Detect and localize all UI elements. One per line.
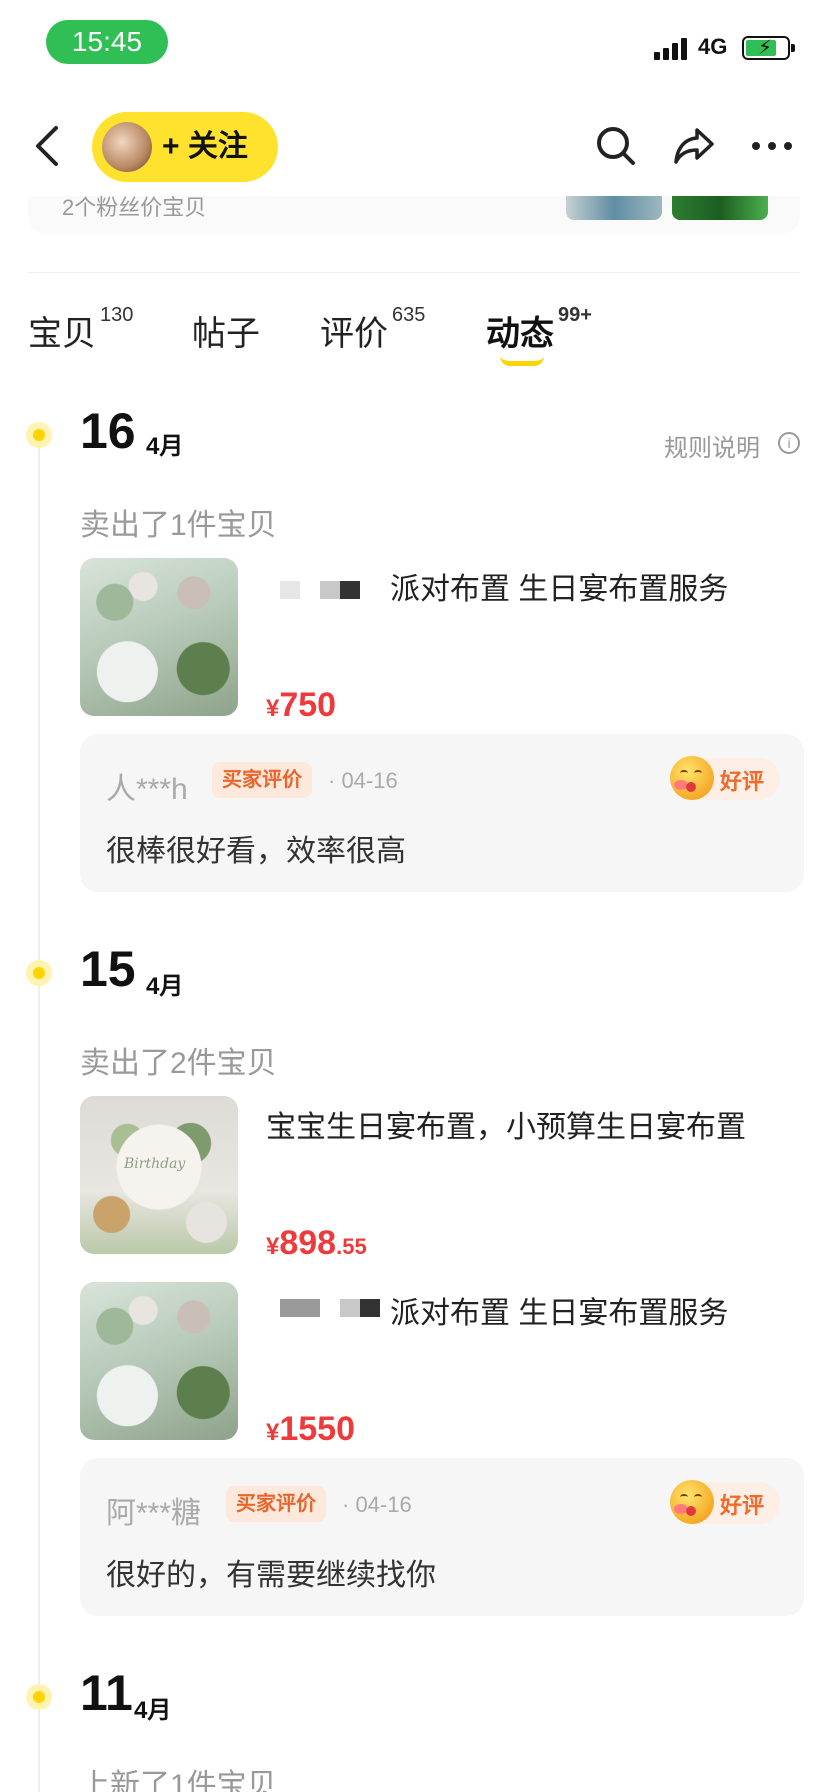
- date-day: 16: [80, 403, 136, 459]
- timeline-line: [38, 436, 40, 1792]
- date-day: 15: [80, 941, 136, 997]
- review-card[interactable]: 阿***糖 买家评价 · 04-16 好评 很好的，有需要继续找你: [80, 1458, 804, 1616]
- date-month: 4月: [146, 433, 184, 460]
- review-date: · 04-16: [342, 1492, 412, 1517]
- follow-button[interactable]: + 关注: [92, 112, 278, 182]
- follow-label: + 关注: [162, 130, 248, 163]
- shop-header-remnant: 2个粉丝价宝贝: [28, 196, 800, 234]
- kiss-emoji-icon: [670, 756, 714, 800]
- masked-text: [340, 1299, 360, 1317]
- avatar: [102, 122, 152, 172]
- back-arrow-icon[interactable]: [28, 120, 68, 172]
- divider: [28, 272, 800, 273]
- product-image[interactable]: [80, 558, 238, 716]
- info-icon[interactable]: i: [778, 432, 800, 454]
- product-title[interactable]: 宝宝生日宴布置，小预算生日宴布置: [266, 1102, 746, 1146]
- tab-reviews[interactable]: 评价635: [320, 304, 425, 355]
- search-icon[interactable]: [592, 122, 640, 170]
- review-date: · 04-16: [328, 768, 398, 793]
- masked-text: [360, 1299, 380, 1317]
- masked-text: [340, 581, 360, 599]
- network-label: 4G: [698, 34, 728, 59]
- timeline-dot: [26, 960, 52, 986]
- review-comment: 很好的，有需要继续找你: [106, 1559, 436, 1592]
- reviewer-name: 阿***糖: [106, 1497, 202, 1530]
- signal-icon: [654, 36, 690, 60]
- top-nav: + 关注: [0, 100, 828, 196]
- product-title[interactable]: 派对布置 生日宴布置服务: [390, 1288, 728, 1332]
- tab-activity[interactable]: 动态99+: [486, 304, 592, 355]
- review-card[interactable]: 人***h 买家评价 · 04-16 好评 很棒很好看，效率很高: [80, 734, 804, 892]
- rules-link[interactable]: 规则说明: [664, 428, 760, 463]
- tab-items[interactable]: 宝贝130: [28, 304, 133, 355]
- masked-text: [320, 581, 340, 599]
- reviewer-name: 人***h: [106, 773, 188, 806]
- header-thumbnail[interactable]: [672, 196, 768, 220]
- masked-text: [280, 1299, 320, 1317]
- activity-summary: 卖出了1件宝贝: [80, 509, 277, 542]
- more-icon[interactable]: [748, 122, 796, 170]
- date-month: 4月: [134, 1697, 172, 1724]
- timeline-dot: [26, 1684, 52, 1710]
- product-price: ¥898.55: [266, 1224, 367, 1262]
- activity-summary: 卖出了2件宝贝: [80, 1047, 277, 1080]
- status-time: 15:45: [46, 20, 168, 64]
- product-price: ¥750: [266, 686, 337, 724]
- activity-summary: 上新了1件宝贝: [80, 1769, 277, 1792]
- header-thumbnail[interactable]: [566, 196, 662, 220]
- active-tab-indicator: [500, 356, 544, 366]
- status-bar: 15:45 4G ⚡: [0, 0, 828, 90]
- product-image[interactable]: [80, 1282, 238, 1440]
- positive-rating-badge: 好评: [670, 756, 780, 800]
- battery-icon: ⚡: [742, 36, 795, 60]
- product-price: ¥1550: [266, 1410, 355, 1448]
- positive-rating-badge: 好评: [670, 1480, 780, 1524]
- buyer-review-badge: 买家评价: [226, 1486, 326, 1522]
- masked-text: [280, 581, 300, 599]
- timeline-dot: [26, 422, 52, 448]
- date-month: 4月: [146, 973, 184, 1000]
- tab-posts[interactable]: 帖子: [192, 306, 260, 355]
- tab-bar: 宝贝130 帖子 评价635 动态99+: [0, 296, 828, 376]
- buyer-review-badge: 买家评价: [212, 762, 312, 798]
- share-icon[interactable]: [670, 122, 718, 170]
- product-image[interactable]: Birthday: [80, 1096, 238, 1254]
- fans-price-text: 2个粉丝价宝贝: [62, 196, 207, 220]
- date-day: 11: [80, 1665, 133, 1721]
- product-title[interactable]: 派对布置 生日宴布置服务: [390, 564, 728, 608]
- review-comment: 很棒很好看，效率很高: [106, 835, 406, 868]
- kiss-emoji-icon: [670, 1480, 714, 1524]
